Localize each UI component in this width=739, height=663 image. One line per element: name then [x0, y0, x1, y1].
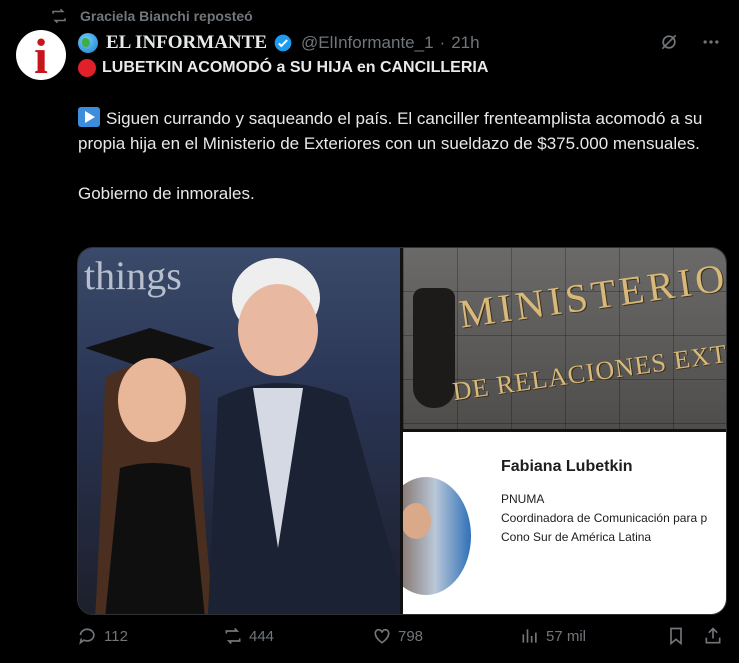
author-name[interactable]: EL INFORMANTE — [106, 32, 267, 54]
tweet-time[interactable]: 21h — [451, 33, 479, 53]
globe-icon — [78, 33, 98, 53]
reply-count: 112 — [104, 627, 128, 645]
profile-photo — [403, 477, 471, 595]
card-organization: PNUMA — [501, 492, 545, 506]
avatar-logo-letter: i — [34, 30, 48, 80]
background-banner-text: things — [84, 253, 182, 298]
repost-action-icon — [225, 627, 241, 645]
bookmark-icon — [670, 627, 682, 646]
red-circle-icon — [78, 59, 96, 77]
repost-button[interactable]: 444 — [223, 626, 274, 646]
graduation-photo[interactable]: things — [78, 248, 400, 614]
repost-icon — [52, 8, 66, 24]
share-button[interactable] — [703, 626, 723, 646]
repost-count: 444 — [249, 627, 275, 645]
repost-text: Graciela Bianchi reposteó — [80, 8, 253, 24]
views-button[interactable]: 57 mil — [520, 626, 586, 646]
tweet-paragraph-1: Siguen currando y saqueando el país. El … — [78, 109, 703, 153]
separator-dot: · — [439, 33, 446, 52]
tweet-paragraph-2: Gobierno de inmorales. — [78, 184, 255, 203]
coat-of-arms — [413, 288, 455, 408]
man-figure — [208, 258, 400, 614]
tweet-top-actions — [659, 32, 721, 52]
share-icon — [705, 627, 721, 644]
avatar[interactable]: i — [16, 30, 66, 80]
bookmark-button[interactable] — [666, 626, 686, 646]
author-handle[interactable]: @ElInformante_1 — [301, 33, 434, 53]
grok-icon[interactable] — [659, 32, 679, 52]
tweet-body: Siguen currando y saqueando el país. El … — [78, 106, 718, 206]
heart-icon — [374, 628, 390, 644]
ministry-sign-photo[interactable]: MINISTERIO DE RELACIONES EXTERIORES — [403, 248, 726, 429]
play-button-emoji-icon — [78, 107, 100, 127]
repost-indicator[interactable]: Graciela Bianchi reposteó — [50, 6, 253, 26]
tweet-media-grid: things MINISTERIO DE RELACIONES EXTERIOR… — [77, 247, 727, 615]
headline-text: LUBETKIN ACOMODÓ a SU HIJA en CANCILLERI… — [102, 59, 489, 76]
views-count: 57 mil — [546, 627, 587, 645]
analytics-icon — [522, 629, 537, 643]
tweet-headline: LUBETKIN ACOMODÓ a SU HIJA en CANCILLERI… — [78, 59, 488, 77]
card-role-line-1: Coordinadora de Comunicación para p — [501, 511, 708, 525]
like-button[interactable]: 798 — [372, 626, 423, 646]
verified-badge-icon — [274, 34, 292, 52]
tweet-header: EL INFORMANTE @ElInformante_1 · 21h — [78, 32, 480, 54]
profile-card-image[interactable]: Fabiana Lubetkin PNUMA Coordinadora de C… — [403, 432, 726, 614]
like-count: 798 — [398, 627, 424, 645]
tweet-action-bar: 112 444 798 57 mil — [78, 626, 726, 654]
card-role-line-2: Cono Sur de América Latina — [501, 530, 652, 544]
more-options-icon[interactable] — [701, 32, 721, 52]
card-name: Fabiana Lubetkin — [501, 458, 633, 475]
reply-button[interactable]: 112 — [78, 626, 128, 646]
reply-icon — [79, 628, 95, 645]
